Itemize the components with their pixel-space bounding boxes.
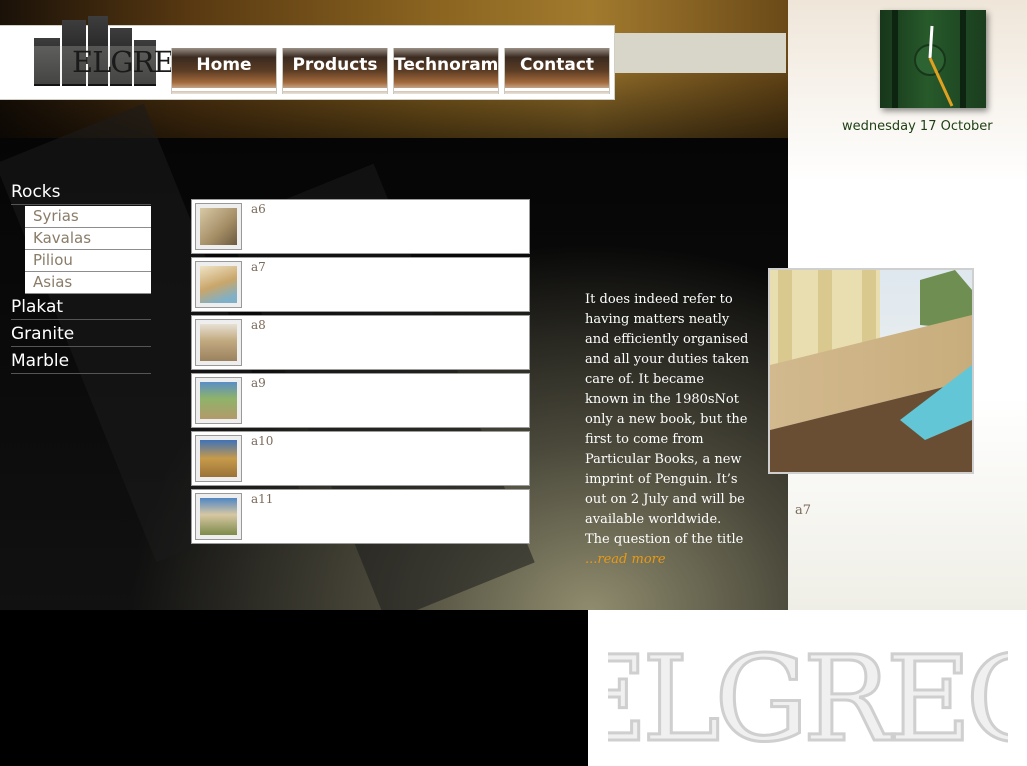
clock-hands-icon (928, 25, 954, 107)
product-thumbnail[interactable] (195, 203, 242, 250)
product-thumbnail-image (200, 498, 237, 535)
product-item[interactable]: a11 (191, 489, 530, 544)
product-thumbnail-image (200, 440, 237, 477)
article-text: It does indeed refer to having matters n… (585, 292, 750, 547)
watermark-logo: ELGREG (560, 629, 1027, 766)
product-thumbnail-image (200, 382, 237, 419)
product-thumbnail-image (200, 266, 237, 303)
sidebar-item-plakat[interactable]: Plakat (11, 297, 151, 320)
featured-caption: a7 (795, 503, 812, 518)
brand-watermark: ELGREG (560, 628, 1027, 766)
watermark-text: ELGREG (608, 630, 1008, 758)
submenu-item-asias[interactable]: Asias (25, 272, 151, 294)
rocks-submenu: Syrias Kavalas Piliou Asias (25, 206, 151, 294)
featured-image[interactable] (768, 268, 974, 474)
sidebar-item-rocks[interactable]: Rocks (11, 182, 151, 205)
sidebar-item-marble[interactable]: Marble (11, 351, 151, 374)
submenu-item-piliou[interactable]: Piliou (25, 250, 151, 272)
product-item[interactable]: a9 (191, 373, 530, 428)
nav-technorama-label: Technorama (394, 55, 510, 75)
product-label: a11 (251, 492, 274, 506)
date-display: wednesday 17 October (842, 119, 993, 134)
nav-home-label: Home (196, 55, 252, 75)
sidebar-item-granite[interactable]: Granite (11, 324, 151, 347)
submenu-item-kavalas[interactable]: Kavalas (25, 228, 151, 250)
product-label: a8 (251, 318, 266, 332)
product-thumbnail[interactable] (195, 493, 242, 540)
product-thumbnail[interactable] (195, 377, 242, 424)
nav-home[interactable]: Home (171, 48, 277, 94)
article: It does indeed refer to having matters n… (585, 290, 750, 570)
clock-widget (880, 10, 986, 108)
product-label: a7 (251, 260, 266, 274)
product-label: a6 (251, 202, 266, 216)
product-label: a9 (251, 376, 266, 390)
product-item[interactable]: a7 (191, 257, 530, 312)
product-thumbnail[interactable] (195, 319, 242, 366)
product-item[interactable]: a8 (191, 315, 530, 370)
product-thumbnail[interactable] (195, 435, 242, 482)
product-thumbnail-image (200, 324, 237, 361)
nav-technorama[interactable]: Technorama (393, 48, 510, 94)
read-more-link[interactable]: ...read more (585, 552, 666, 567)
featured-pool-photo (770, 270, 972, 472)
product-item[interactable]: a6 (191, 199, 530, 254)
product-item[interactable]: a10 (191, 431, 530, 486)
product-thumbnail[interactable] (195, 261, 242, 308)
nav-products[interactable]: Products (282, 48, 388, 94)
nav-products-label: Products (292, 55, 378, 75)
footer-background-left (0, 610, 588, 766)
nav-contact-label: Contact (519, 55, 595, 75)
nav-contact[interactable]: Contact (504, 48, 610, 94)
product-label: a10 (251, 434, 274, 448)
submenu-item-syrias[interactable]: Syrias (25, 206, 151, 228)
product-thumbnail-image (200, 208, 237, 245)
